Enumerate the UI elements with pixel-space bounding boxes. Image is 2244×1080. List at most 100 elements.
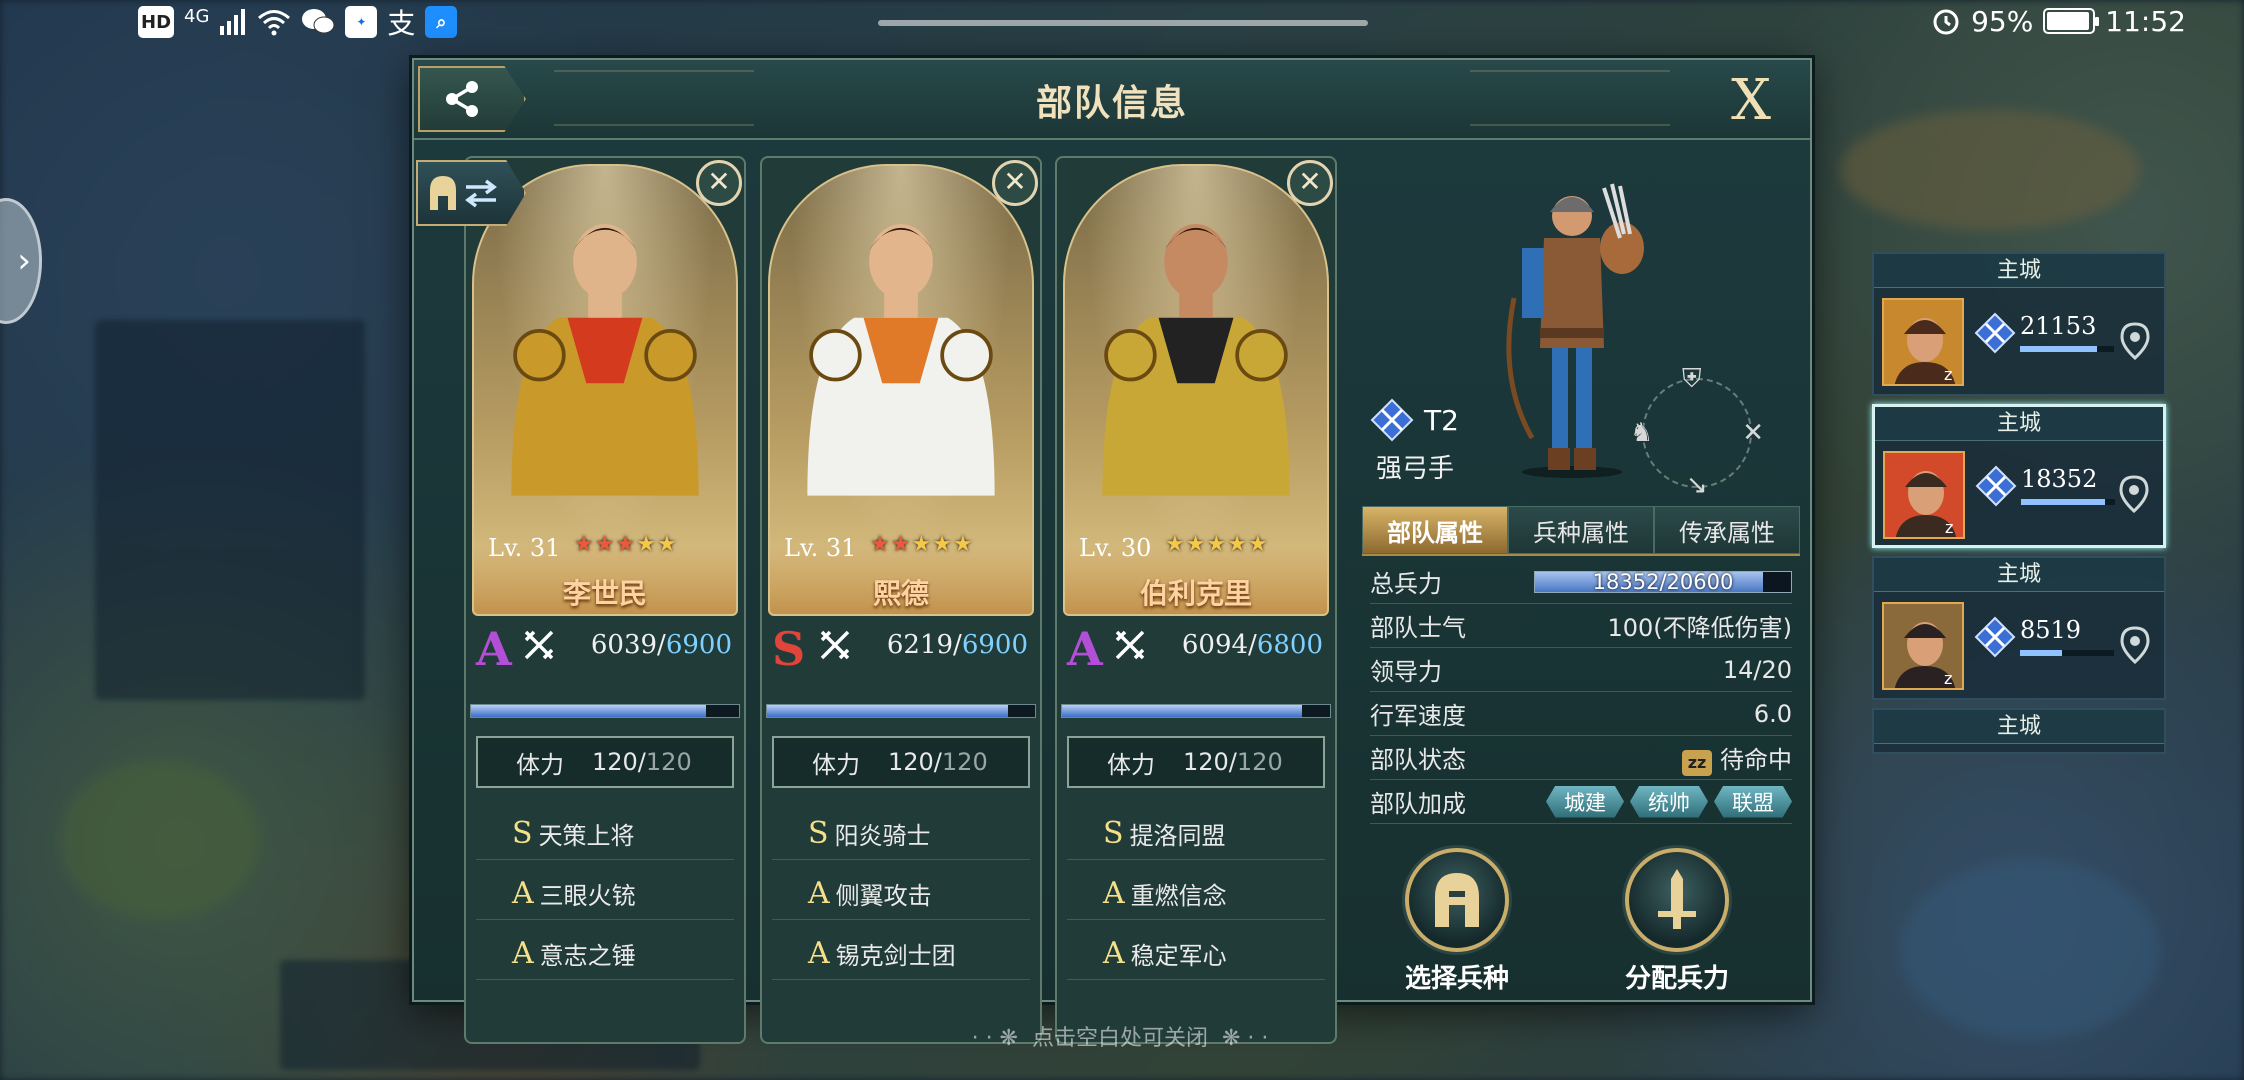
crossbow-icon <box>1975 465 2017 507</box>
bonus-alliance[interactable]: 联盟 <box>1714 785 1792 818</box>
remove-hero-button[interactable]: ✕ <box>1287 160 1333 206</box>
tab-inherit-attributes[interactable]: 传承属性 <box>1654 506 1800 554</box>
crossbow-unit-icon: ✕ <box>1742 418 1764 448</box>
assign-troops-button[interactable]: 分配兵力 <box>1602 848 1752 995</box>
hero-card[interactable]: ✕ Lv. 31 ★★★★★ 李世民 A 6039/6900 体力 120/120… <box>464 156 746 1044</box>
total-troops-value: 18352/20600 <box>1592 569 1734 594</box>
queue-army-item[interactable]: 主城 z 18352 <box>1872 404 2166 548</box>
hero-stars: ★★★★★ <box>1165 532 1269 557</box>
hero-rank-row: A 6039/6900 <box>472 622 738 680</box>
tap-to-close-hint[interactable]: · · ❋ 点击空白处可关闭 ❋ · · <box>930 1020 1310 1052</box>
unit-type-wheel[interactable]: ⛨ ♞ ✕ ↘ <box>1630 364 1764 500</box>
crossbow-icon <box>524 630 554 660</box>
shield-unit-icon: ⛨ <box>1682 364 1702 394</box>
star-icon: ★ <box>932 532 953 557</box>
attr-value: 100(不降低伤害) <box>1607 614 1792 642</box>
hero-stars: ★★★★★ <box>574 532 678 557</box>
hd-icon: HD <box>138 6 175 38</box>
queue-army-item[interactable]: 主城 z 21153 <box>1872 252 2166 396</box>
hero-troops-fill <box>1062 705 1303 717</box>
hero-skill[interactable]: A 重燃信念 <box>1067 868 1325 920</box>
queue-troop-count: 21153 <box>2020 312 2097 340</box>
bonus-city-building[interactable]: 城建 <box>1546 785 1624 818</box>
army-queue-panel: 主城 z 21153 主城 z 18352 主城 z 8519 主城 <box>1872 252 2166 762</box>
star-icon: ★ <box>1185 532 1207 557</box>
queue-troop-count: 18352 <box>2021 465 2098 493</box>
hero-figure <box>807 224 995 496</box>
hero-troops-bar <box>470 704 740 718</box>
hero-stamina: 体力 120/120 <box>772 736 1030 788</box>
location-pin-icon[interactable] <box>2117 475 2151 515</box>
attr-value: 6.0 <box>1753 699 1792 728</box>
skill-name: 意志之锤 <box>539 942 636 970</box>
skill-grade: A <box>512 936 534 971</box>
queue-troop-count: 8519 <box>2020 616 2082 644</box>
hero-card[interactable]: ✕ Lv. 31 ★★★★★ 熙德 S 6219/6900 体力 120/120 … <box>760 156 1042 1044</box>
commander-avatar: z <box>1883 451 1965 539</box>
attr-label: 部队加成 <box>1370 790 1466 818</box>
skill-name: 稳定军心 <box>1130 942 1227 970</box>
skill-name: 重燃信念 <box>1130 882 1227 910</box>
attr-army-state: 部队状态 zz 待命中 <box>1370 736 1792 780</box>
star-icon: ★ <box>574 532 595 557</box>
stamina-label: 体力 <box>812 750 860 779</box>
remove-hero-button[interactable]: ✕ <box>992 160 1038 206</box>
queue-item-title: 主城 <box>1874 558 2164 592</box>
hero-level: Lv. 31 <box>784 534 857 562</box>
hero-stamina: 体力 120/120 <box>1067 736 1325 788</box>
sword-icon <box>1658 869 1696 929</box>
queue-army-item[interactable]: 主城 z 8519 <box>1872 556 2166 700</box>
hero-name: 伯利克里 <box>1139 577 1252 610</box>
commander-portrait: z <box>1884 300 1962 384</box>
skill-grade: S <box>808 816 829 851</box>
queue-army-item[interactable]: 主城 <box>1872 708 2166 754</box>
status-bar-handle[interactable] <box>878 20 1368 26</box>
select-unit-button[interactable]: 选择兵种 <box>1382 848 1532 995</box>
location-pin-icon[interactable] <box>2118 626 2152 666</box>
queue-troop-bar <box>2020 346 2114 352</box>
stamina-value: 120/120 <box>592 748 692 776</box>
hero-troops-bar <box>1061 704 1331 718</box>
skill-grade: S <box>1103 816 1124 851</box>
remove-hero-button[interactable]: ✕ <box>696 160 742 206</box>
hero-skill[interactable]: S 阳炎骑士 <box>772 808 1030 860</box>
hero-card[interactable]: ✕ Lv. 30 ★★★★★ 伯利克里 A 6094/6800 体力 120/12… <box>1055 156 1337 1044</box>
queue-troop-fill <box>2020 346 2098 352</box>
horse-unit-icon: ♞ <box>1630 418 1654 448</box>
hero-skill[interactable]: S 提洛同盟 <box>1067 808 1325 860</box>
signal-icon <box>220 9 246 35</box>
wifi-icon <box>258 10 291 36</box>
crossbow-icon <box>1370 398 1414 442</box>
hero-skill[interactable]: A 稳定军心 <box>1067 928 1325 980</box>
hero-troops-fill <box>471 705 706 717</box>
star-icon: ★ <box>870 532 891 557</box>
hero-name: 熙德 <box>872 577 929 610</box>
tab-army-attributes[interactable]: 部队属性 <box>1362 506 1508 554</box>
close-button[interactable]: X <box>1716 66 1786 136</box>
skill-grade: S <box>512 816 533 851</box>
queue-troop-bar <box>2021 499 2115 505</box>
attr-value: 14/20 <box>1722 655 1792 684</box>
attr-label: 行军速度 <box>1370 702 1466 730</box>
bonus-commander[interactable]: 统帅 <box>1630 785 1708 818</box>
hero-skill[interactable]: A 锡克剑士团 <box>772 928 1030 980</box>
star-icon: ★ <box>952 532 974 557</box>
skill-name: 锡克剑士团 <box>835 942 956 970</box>
hero-skill[interactable]: A 意志之锤 <box>476 928 734 980</box>
unit-tabs: 部队属性 兵种属性 传承属性 <box>1362 506 1800 556</box>
star-icon: ★ <box>656 532 678 557</box>
location-pin-icon[interactable] <box>2118 322 2152 362</box>
swap-commanders-button[interactable] <box>416 160 526 226</box>
alipay-icon: 支 <box>387 7 416 40</box>
queue-troop-bar <box>2020 650 2114 656</box>
star-icon: ★ <box>1165 532 1186 557</box>
status-bar-left: HD 4G ✦ 支 ⌕ <box>138 2 458 42</box>
hero-skill[interactable]: A 三眼火铳 <box>476 868 734 920</box>
hero-skill[interactable]: A 侧翼攻击 <box>772 868 1030 920</box>
hero-rarity-rank: S <box>772 622 806 676</box>
skill-name: 阳炎骑士 <box>834 822 931 850</box>
hint-decoration-right: ❋ · · <box>1208 1026 1269 1051</box>
tab-unit-attributes[interactable]: 兵种属性 <box>1508 506 1654 554</box>
commander-avatar: z <box>1882 298 1964 386</box>
hero-skill[interactable]: S 天策上将 <box>476 808 734 860</box>
